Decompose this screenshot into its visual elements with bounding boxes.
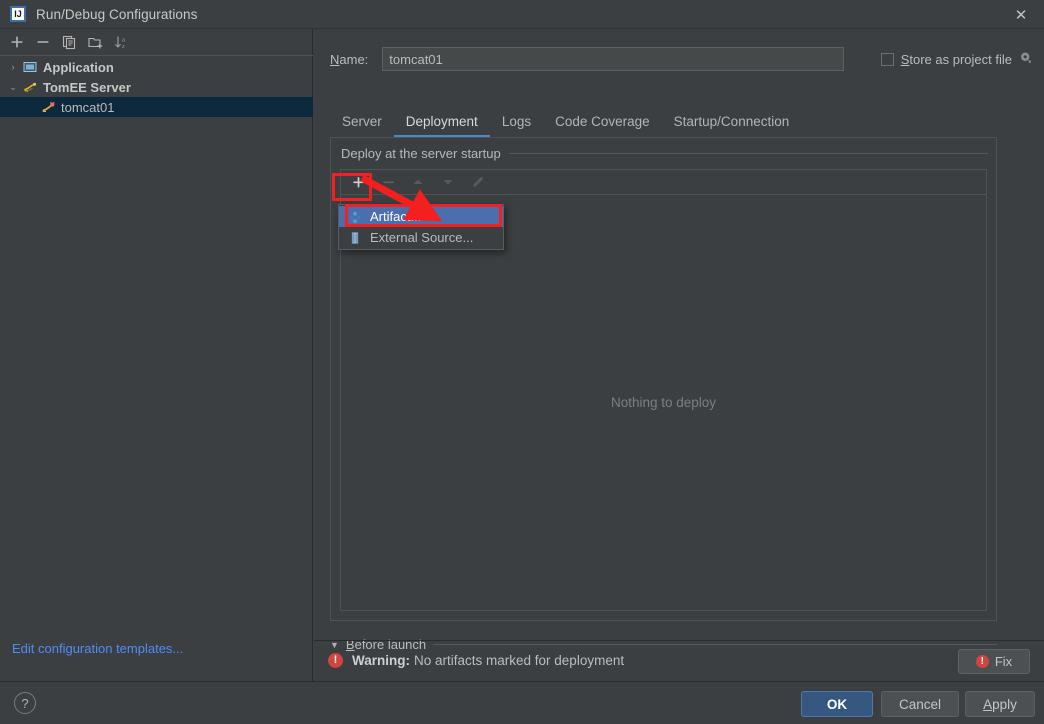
name-input[interactable] (382, 47, 845, 71)
menu-item-external-source[interactable]: External Source... (339, 227, 503, 248)
tab-server[interactable]: Server (330, 107, 394, 137)
help-icon[interactable]: ? (14, 692, 36, 714)
edit-configuration-templates-link[interactable]: Edit configuration templates... (12, 641, 183, 656)
fix-button-label: Fix (994, 654, 1013, 669)
configurations-tree: › Application ⌄ TomEE Server tomcat01 (0, 57, 313, 117)
add-deployment-popup-menu: Artifact... External Source... (338, 204, 504, 250)
name-row: Name: (330, 47, 845, 71)
warning-message: No artifacts marked for deployment (414, 653, 625, 668)
remove-deployment-button[interactable] (375, 171, 401, 193)
gear-icon[interactable] (1019, 51, 1032, 67)
tree-item-label: TomEE Server (43, 79, 131, 95)
configuration-editor-panel: Name: Store as project file Server Deplo… (314, 29, 1044, 681)
configuration-tabs: Server Deployment Logs Code Coverage Sta… (330, 105, 801, 137)
ok-button[interactable]: OK (801, 691, 873, 717)
tab-deployment[interactable]: Deployment (393, 107, 490, 137)
svg-text:z: z (122, 44, 125, 50)
title-bar: IJ Run/Debug Configurations ✕ (0, 0, 1044, 29)
artifact-icon (347, 209, 363, 225)
fix-button[interactable]: ! Fix (958, 649, 1030, 674)
deployment-list[interactable]: Nothing to deploy (340, 195, 987, 611)
store-as-project-file-checkbox[interactable] (880, 52, 894, 66)
tomcat-icon (40, 99, 56, 115)
tree-item-tomee-server[interactable]: ⌄ TomEE Server (0, 77, 313, 97)
close-icon[interactable]: ✕ (998, 0, 1044, 29)
error-circle-icon: ! (328, 653, 343, 668)
menu-item-artifact[interactable]: Artifact... (339, 206, 503, 227)
tree-item-label: tomcat01 (61, 99, 115, 115)
menu-item-label: Artifact... (370, 209, 422, 224)
application-icon (22, 59, 38, 75)
intellij-idea-icon: IJ (10, 6, 26, 22)
copy-configuration-button[interactable] (57, 31, 81, 53)
sidebar-toolbar: a z (0, 29, 313, 56)
apply-button[interactable]: Apply (965, 691, 1035, 717)
add-configuration-button[interactable] (5, 31, 29, 53)
store-as-project-file-label: Store as project file (900, 51, 1012, 67)
pencil-icon[interactable] (465, 171, 491, 193)
empty-state-text: Nothing to deploy (610, 395, 717, 410)
chevron-down-icon[interactable]: ⌄ (4, 82, 22, 93)
configurations-sidebar: a z › Application ⌄ TomEE Server tomcat0… (0, 29, 313, 681)
dialog-footer: ? OK Cancel Apply (0, 681, 1044, 724)
tab-logs[interactable]: Logs (490, 107, 543, 137)
add-deployment-button[interactable] (345, 171, 371, 193)
tree-item-tomcat01[interactable]: tomcat01 (0, 97, 313, 117)
cancel-button[interactable]: Cancel (881, 691, 959, 717)
chevron-right-icon[interactable]: › (4, 62, 22, 72)
error-circle-icon: ! (975, 655, 989, 668)
tab-code-coverage[interactable]: Code Coverage (543, 107, 662, 137)
deploy-group-header: Deploy at the server startup (341, 146, 988, 161)
group-divider (508, 153, 988, 154)
chevron-down-icon[interactable] (435, 171, 461, 193)
name-label: Name: (330, 51, 369, 67)
chevron-up-icon[interactable] (405, 171, 431, 193)
warning-prefix: Warning: (352, 653, 410, 668)
svg-text:a: a (122, 37, 125, 43)
remove-configuration-button[interactable] (31, 31, 55, 53)
tab-startup-connection[interactable]: Startup/Connection (662, 107, 802, 137)
deploy-group-title: Deploy at the server startup (341, 146, 501, 161)
store-as-project-file-row[interactable]: Store as project file (880, 51, 1032, 67)
folder-add-icon[interactable] (83, 31, 107, 53)
sort-alphabetical-icon[interactable]: a z (109, 31, 133, 53)
tree-item-label: Application (43, 59, 114, 75)
run-debug-configurations-dialog: IJ Run/Debug Configurations ✕ a z › Appl… (0, 0, 1044, 724)
deployment-toolbar (340, 169, 987, 195)
tomee-icon (22, 79, 38, 95)
external-source-icon (347, 230, 363, 246)
warning-bar: ! Warning: No artifacts marked for deplo… (314, 640, 1044, 681)
tree-item-application[interactable]: › Application (0, 57, 313, 77)
window-title: Run/Debug Configurations (36, 6, 198, 22)
menu-item-label: External Source... (370, 230, 474, 245)
